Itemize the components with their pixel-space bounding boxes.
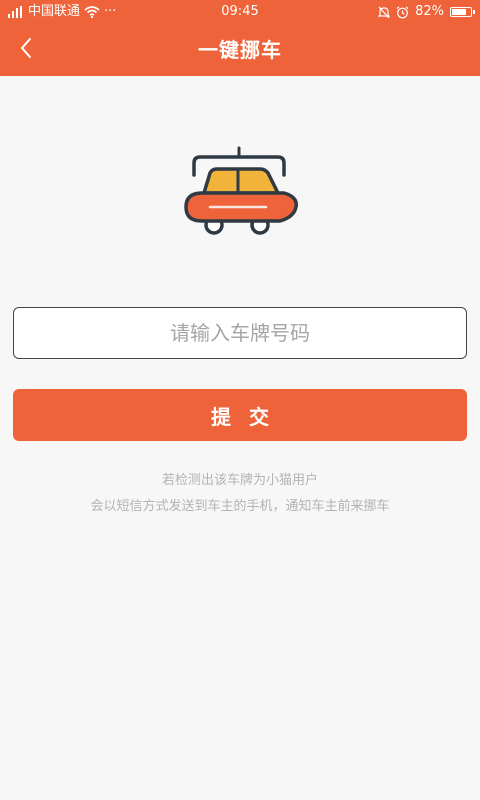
info-text: 若检测出该车牌为小猫用户 会以短信方式发送到车主的手机，通知车主前来挪车 <box>0 468 480 520</box>
plate-number-input[interactable] <box>13 307 467 359</box>
submit-button[interactable]: 提交 <box>13 389 467 441</box>
screen: 中国联通 ··· 09:45 82% 一键挪车 请输入车牌号码 提交 若检测出该… <box>0 0 480 800</box>
alarm-icon <box>396 6 409 19</box>
battery-icon <box>450 7 475 17</box>
app-bar: 一键挪车 <box>0 24 480 76</box>
info-line-1: 若检测出该车牌为小猫用户 <box>161 473 318 488</box>
battery-percent: 82% <box>415 4 444 19</box>
info-line-2: 会以短信方式发送到车主的手机，通知车主前来挪车 <box>90 499 390 514</box>
status-right: 82% <box>378 0 475 24</box>
mute-bell-icon <box>378 6 391 19</box>
car-icon <box>184 146 298 235</box>
status-bar: 中国联通 ··· 09:45 82% <box>0 0 480 24</box>
battery-fill <box>452 9 467 15</box>
car-illustration <box>180 145 300 240</box>
page-title: 一键挪车 <box>198 38 282 62</box>
